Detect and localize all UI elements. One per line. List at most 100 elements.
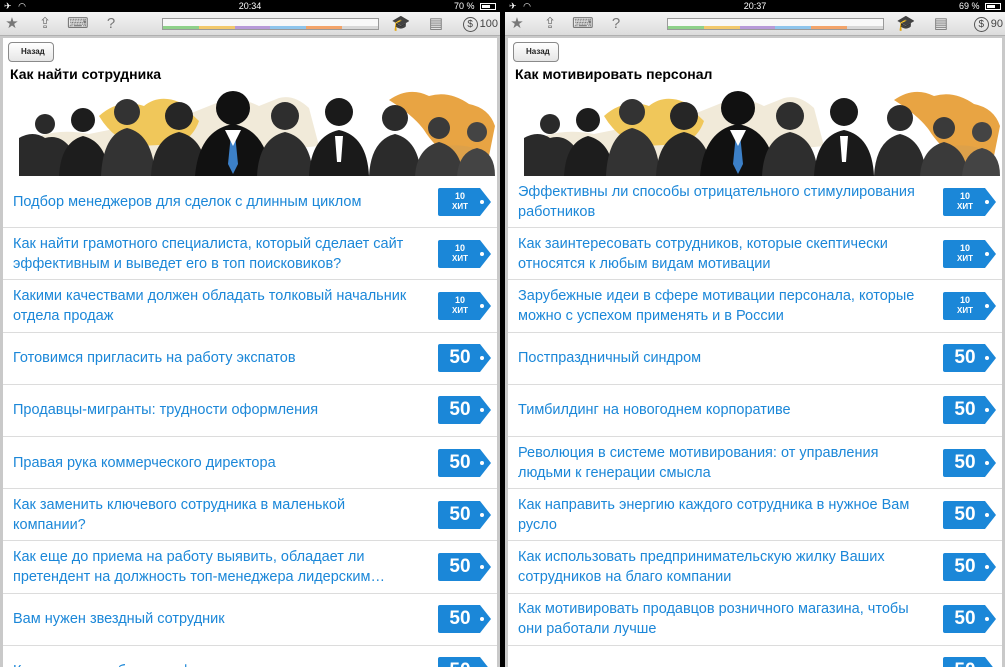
article-title-link[interactable]: Продавцы-мигранты: трудности оформления	[13, 400, 421, 420]
article-title-link[interactable]: Как мотивировать продавцов розничного ма…	[518, 599, 926, 639]
price-tag[interactable]: 10 ХИТ	[943, 239, 996, 268]
list-item[interactable]: 50	[508, 646, 1002, 667]
status-time: 20:37	[743, 1, 767, 11]
status-right: 69 %	[959, 0, 1001, 12]
list-item[interactable]: Как направить энергию каждого сотрудника…	[508, 489, 1002, 542]
list-item[interactable]: Подбор менеджеров для сделок с длинным ц…	[3, 176, 497, 229]
article-title-link[interactable]: Тимбилдинг на новогоднем корпоративе	[518, 400, 926, 420]
progress-stripe	[811, 26, 848, 29]
article-title-link[interactable]: Как заинтересовать сотрудников, которые …	[518, 234, 926, 274]
status-time: 20:34	[238, 1, 262, 11]
tag-value: 50	[954, 555, 976, 577]
list-item[interactable]: Постпраздничный синдром 50	[508, 333, 1002, 385]
progress-bar	[162, 18, 379, 30]
list-item[interactable]: Зарубежные идеи в сфере мотивации персон…	[508, 280, 1002, 333]
graduation-cap-icon[interactable]: 🎓	[391, 15, 411, 33]
list-item[interactable]: Какими качествами должен обладать толков…	[3, 280, 497, 333]
keyboard-icon[interactable]: ⌨	[572, 15, 594, 33]
article-title-link[interactable]: Подбор менеджеров для сделок с длинным ц…	[13, 192, 421, 212]
article-title-link[interactable]: Как решать проблему дефицита кадров в ре…	[13, 661, 421, 667]
help-icon[interactable]: ?	[101, 15, 121, 33]
price-tag[interactable]: 50	[438, 657, 491, 667]
list-item[interactable]: Вам нужен звездный сотрудник 50	[3, 594, 497, 646]
article-title-link[interactable]: Как заменить ключевого сотрудника в мале…	[13, 495, 421, 535]
price-tag[interactable]: 10 ХИТ	[438, 187, 491, 216]
list-item[interactable]: Как найти грамотного специалиста, которы…	[3, 228, 497, 281]
battery-percent: 69 %	[958, 1, 980, 11]
price-tag[interactable]: 50	[438, 448, 491, 477]
back-button[interactable]: Назад	[8, 42, 54, 62]
keyboard-icon[interactable]: ⌨	[67, 15, 89, 33]
list-item[interactable]: Эффективны ли способы отрицательного сти…	[508, 176, 1002, 229]
price-tag[interactable]: 50	[943, 396, 996, 425]
list-item[interactable]: Как решать проблему дефицита кадров в ре…	[3, 646, 497, 667]
article-title-link[interactable]: Революция в системе мотивирования: от уп…	[518, 443, 926, 483]
share-icon[interactable]: ⇪	[540, 15, 560, 33]
list-item[interactable]: Правая рука коммерческого директора 50	[3, 437, 497, 490]
price-tag[interactable]: 10 ХИТ	[943, 187, 996, 216]
progress-stripe	[270, 26, 307, 29]
price-tag[interactable]: 50	[438, 605, 491, 634]
tag-unit: ХИТ	[452, 305, 468, 315]
price-tag[interactable]: 50	[438, 344, 491, 373]
article-list: Эффективны ли способы отрицательного сти…	[508, 176, 1002, 667]
toolbar: ★ ⇪ ⌨ ? 🎓 ▤ $100	[0, 12, 500, 36]
list-item[interactable]: Как еще до приема на работу выявить, обл…	[3, 541, 497, 594]
article-title-link[interactable]: Вам нужен звездный сотрудник	[13, 609, 421, 629]
price-tag[interactable]: 50	[943, 552, 996, 581]
graduation-cap-icon[interactable]: 🎓	[896, 15, 916, 33]
article-title-link[interactable]: Готовимся пригласить на работу экспатов	[13, 348, 421, 368]
list-item[interactable]: Как заменить ключевого сотрудника в мале…	[3, 489, 497, 542]
article-title-link[interactable]: Зарубежные идеи в сфере мотивации персон…	[518, 286, 926, 326]
progress-stripe	[198, 26, 235, 29]
article-title-link[interactable]: Как найти грамотного специалиста, которы…	[13, 234, 421, 274]
article-title-link[interactable]: Эффективны ли способы отрицательного сти…	[518, 182, 926, 222]
progress-stripe	[234, 26, 271, 29]
list-item[interactable]: Революция в системе мотивирования: от уп…	[508, 437, 1002, 490]
share-icon[interactable]: ⇪	[35, 15, 55, 33]
price-tag[interactable]: 50	[943, 344, 996, 373]
coin-icon: $	[973, 16, 989, 32]
article-title-link[interactable]: Постпраздничный синдром	[518, 348, 926, 368]
list-item[interactable]: Готовимся пригласить на работу экспатов …	[3, 333, 497, 385]
page-title: Как мотивировать персонал	[515, 66, 713, 82]
article-title-link[interactable]: Как еще до приема на работу выявить, обл…	[13, 547, 421, 587]
price-tag[interactable]: 50	[943, 605, 996, 634]
price-tag[interactable]: 50	[943, 657, 996, 667]
list-item[interactable]: Продавцы-мигранты: трудности оформления …	[3, 385, 497, 437]
price-tag[interactable]: 50	[438, 552, 491, 581]
tag-value: 10	[959, 242, 970, 253]
coins-value: 100	[479, 18, 498, 30]
tag-value: 50	[954, 503, 976, 525]
price-tag[interactable]: 10 ХИТ	[438, 291, 491, 320]
price-tag[interactable]: 10 ХИТ	[438, 239, 491, 268]
coins-counter[interactable]: $90	[973, 15, 1003, 33]
list-item[interactable]: Как заинтересовать сотрудников, которые …	[508, 228, 1002, 281]
article-title-link[interactable]: Какими качествами должен обладать толков…	[13, 286, 421, 326]
progress-stripes	[668, 26, 883, 29]
notepad-icon[interactable]: ▤	[931, 15, 951, 33]
battery-icon	[480, 3, 496, 11]
article-title-link[interactable]: Правая рука коммерческого директора	[13, 453, 421, 473]
price-tag[interactable]: 10 ХИТ	[943, 291, 996, 320]
star-icon[interactable]: ★	[507, 15, 527, 33]
progress-stripe	[163, 26, 199, 29]
price-tag[interactable]: 50	[943, 500, 996, 529]
list-item[interactable]: Как мотивировать продавцов розничного ма…	[508, 594, 1002, 646]
star-icon[interactable]: ★	[2, 15, 22, 33]
price-tag[interactable]: 50	[943, 448, 996, 477]
battery-icon	[985, 3, 1001, 11]
list-item[interactable]: Как использовать предпринимательскую жил…	[508, 541, 1002, 594]
price-tag[interactable]: 50	[438, 396, 491, 425]
list-item[interactable]: Тимбилдинг на новогоднем корпоративе 50	[508, 385, 1002, 437]
progress-stripe	[342, 26, 378, 29]
article-title-link[interactable]: Как направить энергию каждого сотрудника…	[518, 495, 926, 535]
help-icon[interactable]: ?	[606, 15, 626, 33]
notepad-icon[interactable]: ▤	[426, 15, 446, 33]
banner-image	[19, 86, 495, 176]
tag-value: 50	[954, 347, 976, 369]
coins-counter[interactable]: $100	[462, 15, 498, 33]
price-tag[interactable]: 50	[438, 500, 491, 529]
article-title-link[interactable]: Как использовать предпринимательскую жил…	[518, 547, 926, 587]
back-button[interactable]: Назад	[513, 42, 559, 62]
